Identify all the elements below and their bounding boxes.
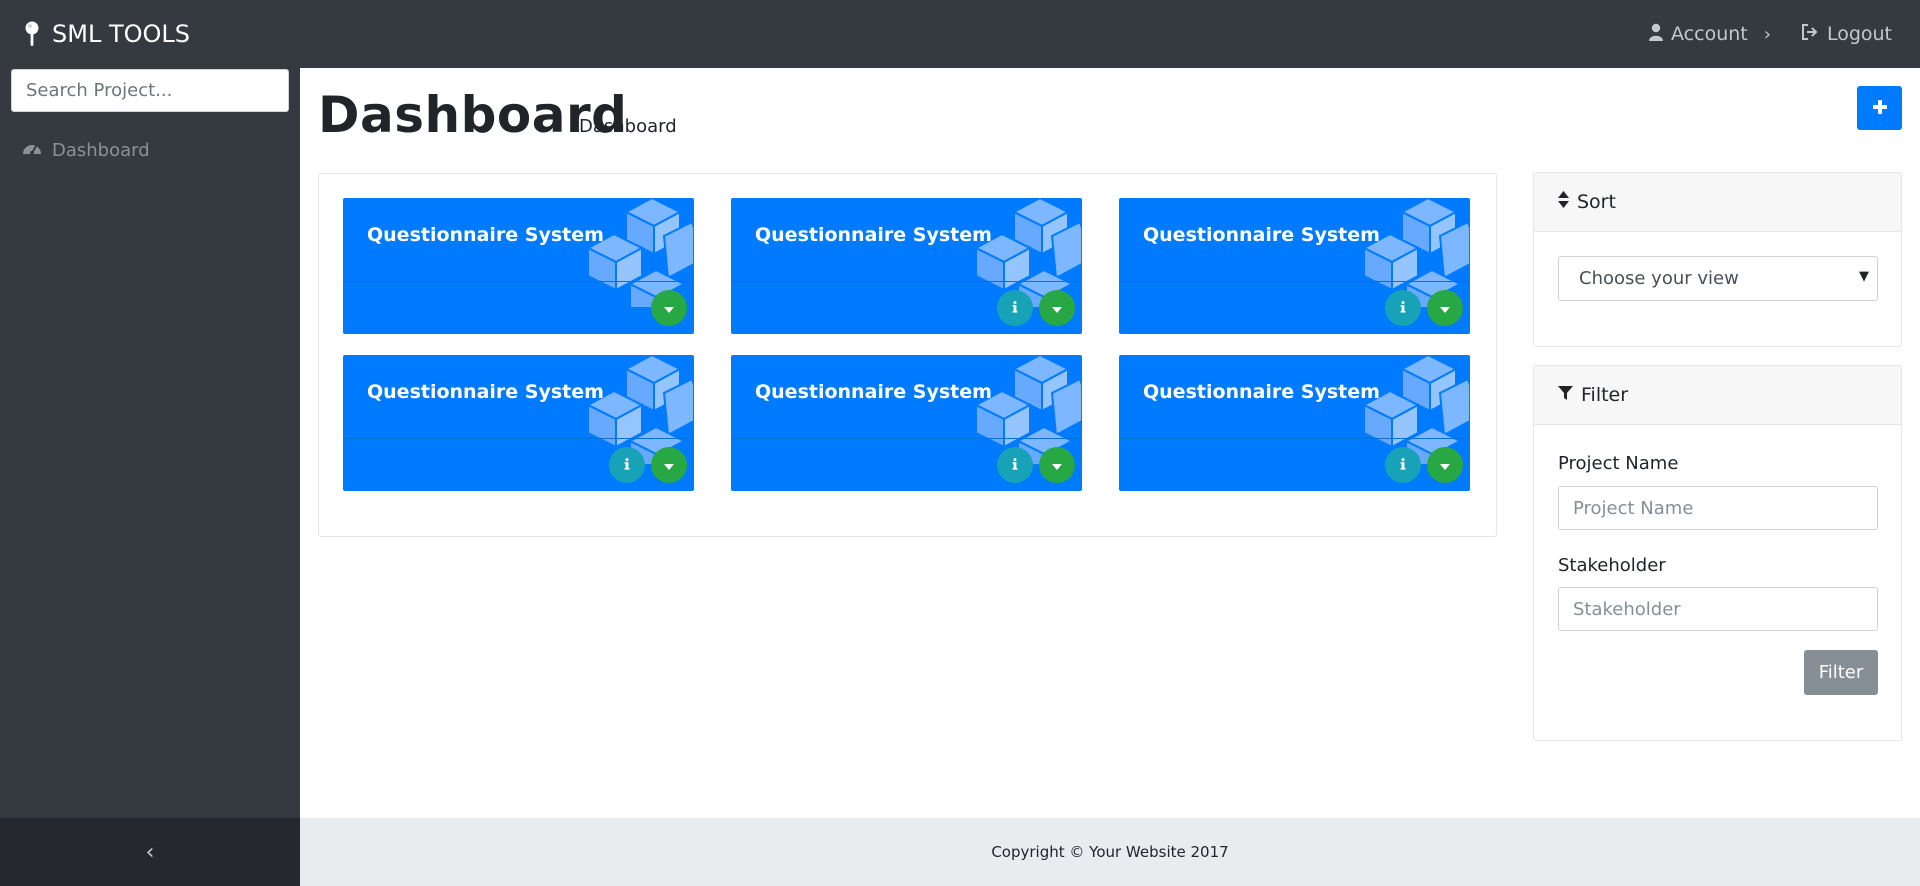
caret-down-icon: ▼ [1859,269,1869,284]
card-divider [1119,281,1470,282]
project-info-button[interactable] [1385,290,1421,326]
brand-name: SML TOOLS [52,20,190,48]
sort-header: Sort [1534,173,1901,232]
projects-panel: Questionnaire System Questionnaire Syste… [318,173,1497,537]
project-card-title: Questionnaire System [367,381,604,403]
project-name-label: Project Name [1558,453,1679,474]
info-icon [1400,457,1406,473]
logout-link[interactable]: Logout [1801,23,1892,45]
dashboard-gauge-icon [22,140,42,161]
project-dropdown-button[interactable] [651,290,687,326]
project-card[interactable]: Questionnaire System [1119,355,1470,491]
plus-icon [1872,99,1888,118]
stakeholder-label: Stakeholder [1558,555,1666,576]
project-info-button[interactable] [997,447,1033,483]
sign-out-icon [1801,23,1819,45]
project-dropdown-button[interactable] [1427,447,1463,483]
filter-icon [1558,384,1573,406]
project-info-button[interactable] [1385,447,1421,483]
project-card[interactable]: Questionnaire System [343,198,694,334]
sidebar-collapse-toggle[interactable]: ‹ [0,818,300,886]
info-icon [1012,300,1018,316]
caret-down-icon [1052,458,1062,473]
card-divider [343,281,694,282]
sort-panel: Sort Choose your view ▼ [1533,172,1902,347]
caret-down-icon [664,301,674,316]
account-menu[interactable]: Account › [1649,23,1771,46]
caret-down-icon [1440,458,1450,473]
info-icon [1400,300,1406,316]
project-card-title: Questionnaire System [755,224,992,246]
chevron-left-icon: ‹ [145,839,155,865]
card-divider [731,281,1082,282]
project-card[interactable]: Questionnaire System [731,355,1082,491]
card-divider [343,438,694,439]
logout-label: Logout [1826,23,1892,45]
add-project-button[interactable] [1857,86,1902,130]
caret-down-icon [664,458,674,473]
copyright-text: Copyright © Your Website 2017 [991,843,1229,861]
project-name-input[interactable] [1558,486,1878,530]
card-divider [731,438,1082,439]
filter-header-label: Filter [1581,384,1629,406]
project-dropdown-button[interactable] [1039,447,1075,483]
view-select[interactable]: Choose your view ▼ [1558,256,1878,301]
project-card-title: Questionnaire System [755,381,992,403]
project-dropdown-button[interactable] [651,447,687,483]
sidebar-item-dashboard[interactable]: Dashboard [22,140,150,161]
caret-down-icon [1052,301,1062,316]
filter-header: Filter [1534,366,1901,425]
project-dropdown-button[interactable] [1039,290,1075,326]
page-footer: Copyright © Your Website 2017 [300,818,1920,886]
user-icon [1649,23,1664,46]
sidebar: Dashboard ‹ [0,68,300,886]
info-icon [624,457,630,473]
account-label: Account [1671,23,1748,45]
filter-panel: Filter Project Name Stakeholder Filter [1533,365,1902,741]
info-icon [1012,457,1018,473]
card-divider [1119,438,1470,439]
project-info-button[interactable] [997,290,1033,326]
project-card-title: Questionnaire System [1143,224,1380,246]
top-nav: Account › Logout [1649,0,1892,68]
project-card[interactable]: Questionnaire System [731,198,1082,334]
map-pin-icon [24,21,40,47]
sort-icon [1558,191,1569,213]
top-navbar: SML TOOLS Account › Logout [0,0,1920,68]
caret-down-icon [1440,301,1450,316]
stakeholder-input[interactable] [1558,587,1878,631]
project-info-button[interactable] [609,447,645,483]
search-project-input[interactable] [11,69,289,112]
filter-button[interactable]: Filter [1804,650,1878,695]
project-dropdown-button[interactable] [1427,290,1463,326]
view-select-value: Choose your view [1579,268,1739,289]
sort-header-label: Sort [1577,191,1616,213]
project-card-title: Questionnaire System [1143,381,1380,403]
project-card[interactable]: Questionnaire System [343,355,694,491]
brand[interactable]: SML TOOLS [24,0,190,68]
sidebar-item-label: Dashboard [52,140,150,161]
project-card[interactable]: Questionnaire System [1119,198,1470,334]
breadcrumb: Dashboard [579,116,677,137]
chevron-right-icon: › [1763,23,1771,45]
project-card-title: Questionnaire System [367,224,604,246]
